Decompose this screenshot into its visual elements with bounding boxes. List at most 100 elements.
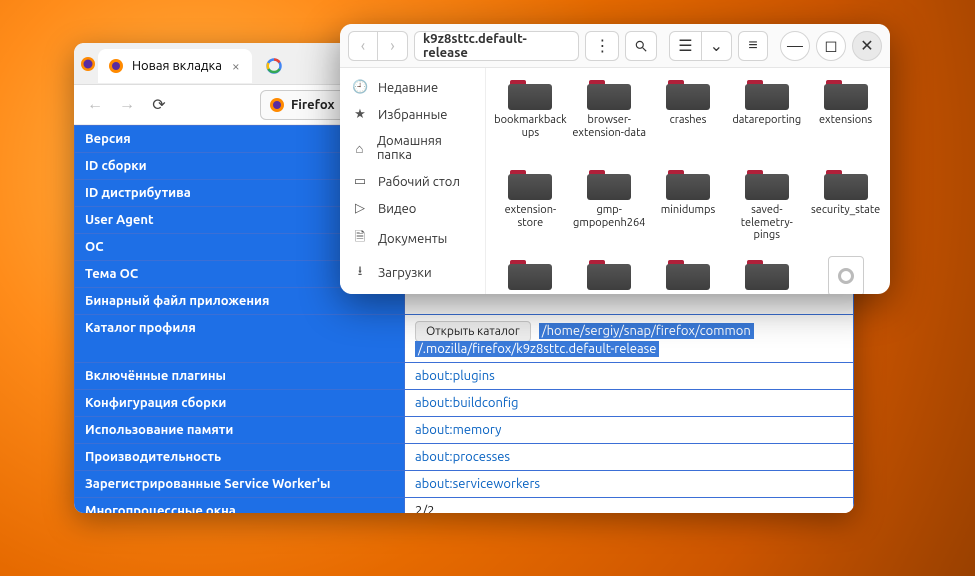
folder-icon <box>824 76 868 110</box>
folder-icon <box>666 166 710 200</box>
folder-icon <box>508 256 552 290</box>
tab-new[interactable]: Новая вкладка × <box>98 49 252 83</box>
close-button[interactable]: ✕ <box>852 31 882 61</box>
firefox-urlbar-icon <box>269 97 285 113</box>
item-name: extension-store <box>492 204 569 229</box>
profile-path: /.mozilla/firefox/k9z8sttc.default-relea… <box>415 341 659 357</box>
firefox-favicon-icon <box>108 58 124 74</box>
folder-item[interactable]: security_state <box>807 166 884 252</box>
sidebar-icon: ⌂ <box>352 141 367 156</box>
folder-icon <box>824 166 868 200</box>
forward-button[interactable]: → <box>116 94 138 116</box>
sidebar-item[interactable]: 🕘 Недавние <box>340 74 485 101</box>
path-menu-button[interactable]: ⋮ <box>585 31 619 61</box>
sidebar-label: Документы <box>378 232 447 246</box>
folder-item[interactable]: browser-extension-data <box>571 76 648 162</box>
google-favicon-icon <box>266 58 282 74</box>
folder-item[interactable]: minidumps <box>650 166 727 252</box>
folder-item[interactable]: extension-store <box>492 166 569 252</box>
profile-path: /home/sergiy/snap/firefox/common <box>539 323 754 339</box>
folder-item[interactable]: crashes <box>650 76 727 162</box>
sidebar-icon: ▭ <box>352 174 368 189</box>
folder-item[interactable] <box>650 256 727 294</box>
sidebar-icon: ▷ <box>352 201 368 216</box>
sidebar-item[interactable]: ▷ Видео <box>340 195 485 222</box>
about-row-key: Зарегистрированные Service Worker'ы <box>75 471 405 498</box>
files-window: ‹ › k9z8sttc.default-release ⋮ ☰ ⌄ ≡ — ◻… <box>340 24 890 294</box>
hamburger-menu-button[interactable]: ≡ <box>738 31 768 61</box>
folder-icon <box>508 166 552 200</box>
about-link[interactable]: about:serviceworkers <box>415 477 540 491</box>
view-dropdown-button[interactable]: ⌄ <box>702 31 732 61</box>
open-profile-button[interactable]: Открыть каталог <box>415 321 531 342</box>
about-row-key: Производительность <box>75 444 405 471</box>
search-button[interactable] <box>625 31 657 61</box>
item-name: gmp-gmpopenh264 <box>571 204 648 229</box>
file-item[interactable] <box>807 256 884 294</box>
tab-title: Новая вкладка <box>132 59 222 73</box>
folder-icon <box>745 166 789 200</box>
about-link[interactable]: about:buildconfig <box>415 396 518 410</box>
item-name: bookmarkbackups <box>492 114 569 139</box>
path-button[interactable]: k9z8sttc.default-release <box>414 31 579 61</box>
folder-item[interactable]: bookmarkbackups <box>492 76 569 162</box>
sidebar-label: Видео <box>378 202 416 216</box>
path-label: k9z8sttc.default-release <box>423 32 570 60</box>
close-icon[interactable]: × <box>230 58 242 74</box>
minimize-button[interactable]: — <box>780 31 810 61</box>
reload-button[interactable]: ⟳ <box>148 94 170 116</box>
about-link[interactable]: about:plugins <box>415 369 495 383</box>
maximize-button[interactable]: ◻ <box>816 31 846 61</box>
search-icon <box>634 39 648 53</box>
folder-item[interactable]: gmp-gmpopenh264 <box>571 166 648 252</box>
files-back-button[interactable]: ‹ <box>348 31 378 61</box>
sidebar-label: Домашняя папка <box>377 134 473 162</box>
files-sidebar: 🕘 Недавние ★ Избранные ⌂ Домашняя папка ▭ Рабоч… <box>340 68 486 294</box>
file-icon <box>828 256 864 294</box>
item-name: extensions <box>819 114 872 127</box>
folder-item[interactable] <box>728 256 805 294</box>
sidebar-item[interactable]: ⌂ Домашняя папка <box>340 128 485 168</box>
sidebar-label: Избранные <box>378 108 447 122</box>
folder-icon <box>587 166 631 200</box>
sidebar-icon: ★ <box>352 107 368 122</box>
folder-icon <box>666 256 710 290</box>
sidebar-label: Недавние <box>378 81 438 95</box>
about-row-value: Открыть каталог/home/sergiy/snap/firefox… <box>405 315 854 363</box>
files-grid: bookmarkbackupsbrowser-extension-datacra… <box>486 68 890 294</box>
about-row-key: Конфигурация сборки <box>75 390 405 417</box>
item-name: browser-extension-data <box>571 114 648 139</box>
sidebar-label: Рабочий стол <box>378 175 460 189</box>
back-button[interactable]: ← <box>84 94 106 116</box>
about-row-key: Включённые плагины <box>75 363 405 390</box>
sidebar-item[interactable]: 🗎 Документы <box>340 222 485 256</box>
folder-item[interactable] <box>571 256 648 294</box>
about-link[interactable]: about:processes <box>415 450 510 464</box>
about-row-value: about:processes <box>405 444 854 471</box>
folder-item[interactable]: extensions <box>807 76 884 162</box>
folder-item[interactable] <box>492 256 569 294</box>
sidebar-item[interactable]: ★ Избранные <box>340 101 485 128</box>
files-forward-button[interactable]: › <box>378 31 408 61</box>
folder-item[interactable]: saved-telemetry-pings <box>728 166 805 252</box>
view-list-button[interactable]: ☰ <box>669 31 701 61</box>
folder-icon <box>745 76 789 110</box>
item-name: security_state <box>811 204 880 217</box>
sidebar-icon: 🕘 <box>352 80 368 95</box>
folder-icon <box>508 76 552 110</box>
sidebar-icon: ⭳ <box>352 262 368 284</box>
sidebar-icon: 🗎 <box>352 228 368 250</box>
about-link[interactable]: about:memory <box>415 423 501 437</box>
sidebar-label: Загрузки <box>378 266 432 280</box>
item-name: datareporting <box>732 114 801 127</box>
about-row-key: Использование памяти <box>75 417 405 444</box>
firefox-app-icon <box>80 56 96 72</box>
sidebar-item[interactable]: ▭ Рабочий стол <box>340 168 485 195</box>
sidebar-item[interactable]: ⭳ Загрузки <box>340 256 485 290</box>
tab-google[interactable] <box>256 49 292 83</box>
about-row-key: Многопроцессные окна <box>75 498 405 514</box>
urlbar-label: Firefox <box>291 98 335 112</box>
folder-icon <box>745 256 789 290</box>
item-name: minidumps <box>661 204 716 217</box>
folder-item[interactable]: datareporting <box>728 76 805 162</box>
